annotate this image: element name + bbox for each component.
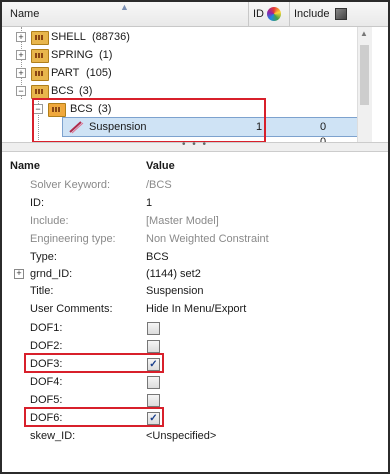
prop-label: grnd_ID: xyxy=(30,268,73,280)
prop-dof1: DOF1: xyxy=(2,319,388,337)
column-header-name[interactable]: Name xyxy=(10,2,39,26)
model-browser-panel: Name ▲ ID Include + SHELL (88736) + SPRI… xyxy=(0,0,390,474)
panel-splitter[interactable]: • • • xyxy=(2,140,388,152)
sort-ascending-icon: ▲ xyxy=(120,2,129,12)
collapse-icon[interactable]: − xyxy=(16,86,26,96)
prop-label: Include: xyxy=(30,215,69,227)
highlight-box-dof6 xyxy=(24,407,164,427)
tree-scrollbar[interactable]: ▲ xyxy=(357,27,372,142)
tree-item-part[interactable]: + PART (105) xyxy=(2,63,372,83)
column-header-value: Value xyxy=(146,160,175,172)
prop-engineering-type: Engineering type: Non Weighted Constrain… xyxy=(2,230,388,248)
property-header: Name Value xyxy=(2,158,388,174)
highlight-box-suspension xyxy=(32,98,266,143)
dof4-checkbox[interactable] xyxy=(147,376,160,389)
component-folder-icon xyxy=(31,31,49,45)
highlight-box-dof3 xyxy=(24,353,164,373)
dof5-checkbox[interactable] xyxy=(147,394,160,407)
prop-skew-id: skew_ID: <Unspecified> xyxy=(2,427,388,445)
prop-label: Type: xyxy=(30,251,57,263)
tree-item-label: SHELL xyxy=(51,31,86,43)
component-folder-icon xyxy=(31,85,49,99)
prop-label: User Comments: xyxy=(30,303,113,315)
prop-label: ID: xyxy=(30,197,45,209)
prop-label: Engineering type: xyxy=(30,233,116,245)
expand-icon[interactable]: + xyxy=(16,50,26,60)
prop-value[interactable]: Suspension xyxy=(146,282,204,300)
scrollbar-thumb[interactable] xyxy=(360,45,369,105)
tree-item-label: PART xyxy=(51,67,80,79)
dof2-checkbox[interactable] xyxy=(147,340,160,353)
prop-label: skew_ID: xyxy=(30,430,76,442)
prop-value: /BCS xyxy=(146,179,172,191)
prop-value[interactable]: <Unspecified> xyxy=(146,427,216,445)
tree-item-count: (105) xyxy=(86,67,112,79)
column-header-name: Name xyxy=(10,160,40,172)
prop-user-comments: User Comments: Hide In Menu/Export xyxy=(2,300,388,318)
tree-header: Name ▲ ID Include xyxy=(2,2,388,27)
tree-item-include: 0 xyxy=(320,121,327,133)
prop-value: [Master Model] xyxy=(146,215,219,227)
prop-dof4: DOF4: xyxy=(2,373,388,391)
visibility-cube-icon[interactable] xyxy=(335,8,347,20)
prop-value[interactable]: Hide In Menu/Export xyxy=(146,300,246,318)
prop-id: ID: 1 xyxy=(2,194,388,212)
tree-item-shell[interactable]: + SHELL (88736) xyxy=(2,27,372,47)
prop-solver-keyword: Solver Keyword: /BCS xyxy=(2,176,388,194)
tree-item-include-partial: 0 xyxy=(320,136,327,142)
component-folder-icon xyxy=(31,67,49,81)
tree-item-count: (1) xyxy=(99,49,113,61)
component-folder-icon xyxy=(31,49,49,63)
prop-value: Non Weighted Constraint xyxy=(146,233,269,245)
prop-grnd-id: + grnd_ID: (1144) set2 xyxy=(2,265,388,283)
color-wheel-icon[interactable] xyxy=(267,7,281,21)
expand-icon[interactable]: + xyxy=(16,68,26,78)
prop-label: Title: xyxy=(30,285,54,297)
tree-item-count: (88736) xyxy=(92,31,130,43)
column-header-include[interactable]: Include xyxy=(289,2,329,26)
scroll-up-icon[interactable]: ▲ xyxy=(360,29,368,38)
prop-value[interactable]: BCS xyxy=(146,248,169,266)
prop-title: Title: Suspension xyxy=(2,282,388,300)
prop-label: DOF1: xyxy=(30,322,63,334)
prop-label: Solver Keyword: xyxy=(30,179,111,191)
prop-value[interactable]: (1144) set2 xyxy=(146,265,201,283)
prop-value[interactable]: 1 xyxy=(146,194,152,212)
prop-label: DOF4: xyxy=(30,376,63,388)
dof1-checkbox[interactable] xyxy=(147,322,160,335)
column-header-id[interactable]: ID xyxy=(248,2,264,26)
expand-icon[interactable]: + xyxy=(14,269,24,279)
tree-item-label: SPRING xyxy=(51,49,94,61)
tree-item-spring[interactable]: + SPRING (1) xyxy=(2,45,372,65)
prop-include: Include: [Master Model] xyxy=(2,212,388,230)
expand-icon[interactable]: + xyxy=(16,32,26,42)
prop-type: Type: BCS xyxy=(2,248,388,266)
